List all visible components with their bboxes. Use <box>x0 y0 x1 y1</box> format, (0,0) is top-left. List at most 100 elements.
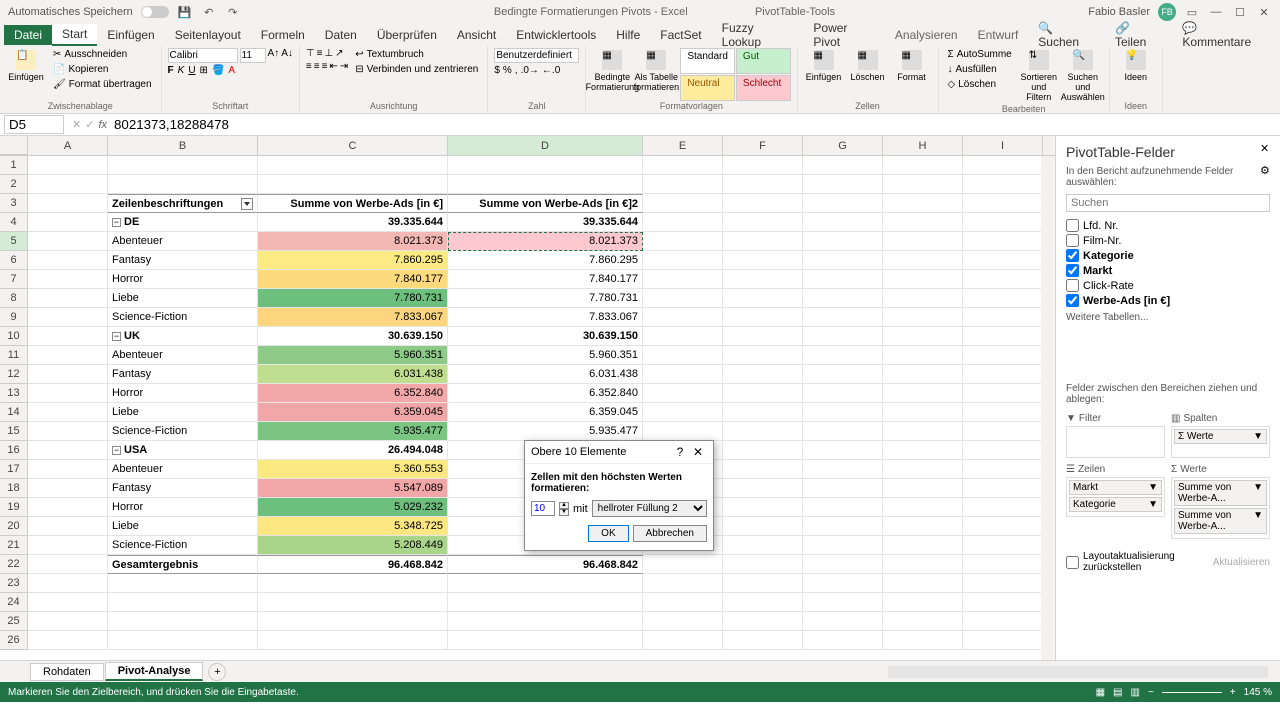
vertical-scrollbar[interactable] <box>1041 156 1055 660</box>
italic-button[interactable]: K <box>178 65 185 76</box>
cell[interactable]: 6.031.438 <box>448 365 643 384</box>
cell[interactable] <box>723 479 803 498</box>
cell[interactable]: 7.860.295 <box>258 251 448 270</box>
cell[interactable] <box>963 194 1043 213</box>
cell[interactable] <box>28 384 108 403</box>
ok-button[interactable]: OK <box>588 525 628 542</box>
rows-area[interactable]: Markt▼Kategorie▼ <box>1066 477 1165 517</box>
cell[interactable] <box>803 536 883 555</box>
cell[interactable] <box>28 422 108 441</box>
tab-start[interactable]: Start <box>52 24 97 46</box>
cell[interactable] <box>963 308 1043 327</box>
cell[interactable] <box>643 232 723 251</box>
cell[interactable] <box>723 270 803 289</box>
align-center-icon[interactable]: ≡ <box>314 61 320 72</box>
field-label[interactable]: Film-Nr. <box>1083 235 1122 247</box>
percent-icon[interactable]: % <box>503 65 512 76</box>
cell[interactable] <box>643 631 723 650</box>
cell[interactable] <box>28 213 108 232</box>
cell[interactable] <box>448 612 643 631</box>
col-header-E[interactable]: E <box>643 136 723 155</box>
genre-cell[interactable]: Liebe <box>108 289 258 308</box>
cell[interactable] <box>803 593 883 612</box>
cell[interactable] <box>108 593 258 612</box>
cell[interactable] <box>803 308 883 327</box>
cell[interactable] <box>803 213 883 232</box>
format-table-button[interactable]: ▦Als Tabelle formatieren <box>636 48 676 101</box>
orientation-icon[interactable]: ↗ <box>335 48 343 59</box>
cell[interactable] <box>643 213 723 232</box>
cell[interactable] <box>723 555 803 574</box>
row-header[interactable]: 9 <box>0 308 28 327</box>
cell[interactable] <box>723 175 803 194</box>
tab-view[interactable]: Ansicht <box>447 25 506 45</box>
cell[interactable] <box>28 365 108 384</box>
format-painter-button[interactable]: 🖌 Format übertragen <box>50 78 155 91</box>
genre-cell[interactable]: Liebe <box>108 403 258 422</box>
delete-cells-button[interactable]: ▦Löschen <box>848 48 888 101</box>
row-header[interactable]: 15 <box>0 422 28 441</box>
cell[interactable] <box>108 156 258 175</box>
style-standard[interactable]: Standard <box>680 48 735 74</box>
cell[interactable] <box>883 270 963 289</box>
style-gut[interactable]: Gut <box>736 48 791 74</box>
row-header[interactable]: 6 <box>0 251 28 270</box>
cell[interactable] <box>28 536 108 555</box>
area-item[interactable]: Summe von Werbe-A...▼ <box>1174 480 1267 506</box>
cancel-formula-icon[interactable]: ✕ <box>72 118 81 131</box>
row-header[interactable]: 11 <box>0 346 28 365</box>
worksheet[interactable]: ABCDEFGHI 123ZeilenbeschriftungenSumme v… <box>0 136 1055 660</box>
autosave-toggle[interactable] <box>141 6 169 18</box>
zoom-level[interactable]: 145 % <box>1244 687 1272 698</box>
undo-icon[interactable]: ↶ <box>201 4 217 20</box>
view-layout-icon[interactable]: ▤ <box>1113 687 1122 698</box>
cell[interactable] <box>963 536 1043 555</box>
clear-button[interactable]: ◇ Löschen <box>945 78 1015 91</box>
tab-analyze[interactable]: Analysieren <box>885 25 968 45</box>
cell[interactable] <box>883 403 963 422</box>
genre-cell[interactable]: Science-Fiction <box>108 536 258 555</box>
zoom-in-icon[interactable]: + <box>1230 687 1236 698</box>
field-checkbox[interactable] <box>1066 249 1079 262</box>
row-header[interactable]: 13 <box>0 384 28 403</box>
cell[interactable] <box>643 194 723 213</box>
filter-area[interactable] <box>1066 426 1165 458</box>
font-color-button[interactable]: A <box>228 65 235 76</box>
fill-color-button[interactable]: 🪣 <box>212 65 224 76</box>
area-item[interactable]: Summe von Werbe-A...▼ <box>1174 508 1267 534</box>
row-header[interactable]: 2 <box>0 175 28 194</box>
cell[interactable] <box>883 232 963 251</box>
field-label[interactable]: Click-Rate <box>1083 280 1134 292</box>
align-mid-icon[interactable]: ≡ <box>317 48 323 59</box>
row-header[interactable]: 16 <box>0 441 28 460</box>
cell[interactable] <box>28 327 108 346</box>
cell[interactable]: 6.359.045 <box>448 403 643 422</box>
cell[interactable] <box>723 460 803 479</box>
area-item[interactable]: Markt▼ <box>1069 480 1162 495</box>
cell[interactable] <box>258 574 448 593</box>
cell[interactable] <box>803 403 883 422</box>
cell[interactable] <box>883 289 963 308</box>
cell[interactable] <box>803 612 883 631</box>
decrease-font-icon[interactable]: A↓ <box>281 48 293 63</box>
tab-insert[interactable]: Einfügen <box>97 25 164 45</box>
number-format-select[interactable] <box>494 48 579 63</box>
cell[interactable] <box>28 270 108 289</box>
sheet-tab-rohdaten[interactable]: Rohdaten <box>30 663 104 681</box>
bold-button[interactable]: F <box>168 65 174 76</box>
group-toggle[interactable]: −DE <box>108 213 258 232</box>
cell[interactable] <box>963 232 1043 251</box>
cell[interactable] <box>643 289 723 308</box>
cell[interactable] <box>963 441 1043 460</box>
cell[interactable] <box>803 574 883 593</box>
cell[interactable] <box>108 612 258 631</box>
cell[interactable] <box>803 384 883 403</box>
cell[interactable] <box>643 574 723 593</box>
cell[interactable] <box>883 251 963 270</box>
field-checkbox[interactable] <box>1066 294 1079 307</box>
cell[interactable] <box>723 251 803 270</box>
genre-cell[interactable]: Fantasy <box>108 251 258 270</box>
sum1-header[interactable]: Summe von Werbe-Ads [in €] <box>258 194 448 213</box>
cell[interactable] <box>883 479 963 498</box>
values-area[interactable]: Summe von Werbe-A...▼Summe von Werbe-A..… <box>1171 477 1270 539</box>
